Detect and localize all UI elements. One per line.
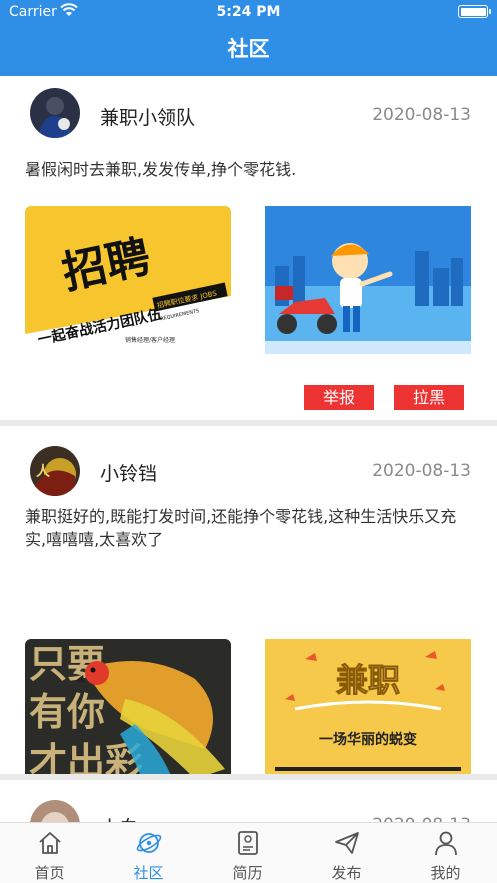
block-button[interactable]: 拉黑 [394, 385, 464, 410]
post-username[interactable]: 小铃铛 [100, 459, 157, 486]
tab-label: 我的 [430, 864, 461, 882]
user-icon [435, 831, 457, 856]
post-date: 2020-08-13 [372, 105, 471, 125]
clock: 5:24 PM [216, 4, 281, 20]
battery-icon [458, 5, 491, 18]
post-image-delivery[interactable] [265, 206, 471, 354]
tab-bar: 首页 社区 简历 发布 我的 [0, 822, 497, 883]
post-card: 兼职小领队 2020-08-13 暑假闲时去兼职,发发传单,挣个零花钱. 招聘 … [0, 76, 497, 420]
report-button[interactable]: 举报 [304, 385, 374, 410]
tab-label: 简历 [232, 864, 263, 882]
post-content: 暑假闲时去兼职,发发传单,挣个零花钱. [25, 160, 297, 179]
svg-text:人: 人 [36, 463, 51, 480]
paper-plane-icon [335, 832, 359, 854]
post-content: 兼职挺好的,既能打发时间,还能挣个零花钱,这种生活快乐又充实,嘻嘻嘻,太喜欢了 [25, 507, 457, 549]
parttime-image-subtitle: 一场华丽的蜕变 [319, 731, 417, 748]
community-feed[interactable]: 兼职小领队 2020-08-13 暑假闲时去兼职,发发传单,挣个零花钱. 招聘 … [0, 76, 497, 822]
post-image-parttime[interactable]: 兼职 一场华丽的蜕变 [265, 639, 471, 787]
planet-icon [136, 833, 162, 853]
post-card: 小白 2020-08-13 [0, 780, 497, 822]
post-username[interactable]: 兼职小领队 [100, 103, 195, 130]
post-date: 2020-08-13 [372, 461, 471, 481]
resume-icon [238, 831, 258, 855]
home-icon [39, 832, 61, 854]
tab-mine[interactable]: 我的 [396, 823, 495, 883]
tab-publish[interactable]: 发布 [297, 823, 396, 883]
parrot-image-line2: 有你 [29, 690, 105, 734]
tab-community[interactable]: 社区 [99, 823, 198, 883]
tab-label: 首页 [34, 864, 65, 882]
avatar[interactable]: 人 [30, 446, 80, 496]
post-date: 2020-08-13 [372, 815, 471, 822]
post-username[interactable]: 小白 [100, 813, 138, 822]
tab-label: 社区 [133, 864, 164, 882]
status-bar: Carrier 5:24 PM [0, 0, 497, 26]
tab-home[interactable]: 首页 [0, 823, 99, 883]
hiring-image-positions: 销售经理/客户经理 [125, 336, 175, 344]
post-image-hiring[interactable]: 招聘 一起奋战活力团队伍 招聘职位要求 JOBS REQUIREMENTS 销售… [25, 206, 231, 354]
avatar[interactable] [30, 88, 80, 138]
post-card: 人 小铃铛 2020-08-13 兼职挺好的,既能打发时间,还能挣个零花钱,这种… [0, 426, 497, 822]
avatar[interactable] [30, 800, 80, 822]
post-image-parrot[interactable]: 只要 有你 才出彩 [25, 639, 231, 787]
parttime-image-title: 兼职 [336, 661, 400, 699]
page-title: 社区 [0, 26, 497, 76]
tab-resume[interactable]: 简历 [198, 823, 297, 883]
tab-label: 发布 [331, 864, 362, 882]
